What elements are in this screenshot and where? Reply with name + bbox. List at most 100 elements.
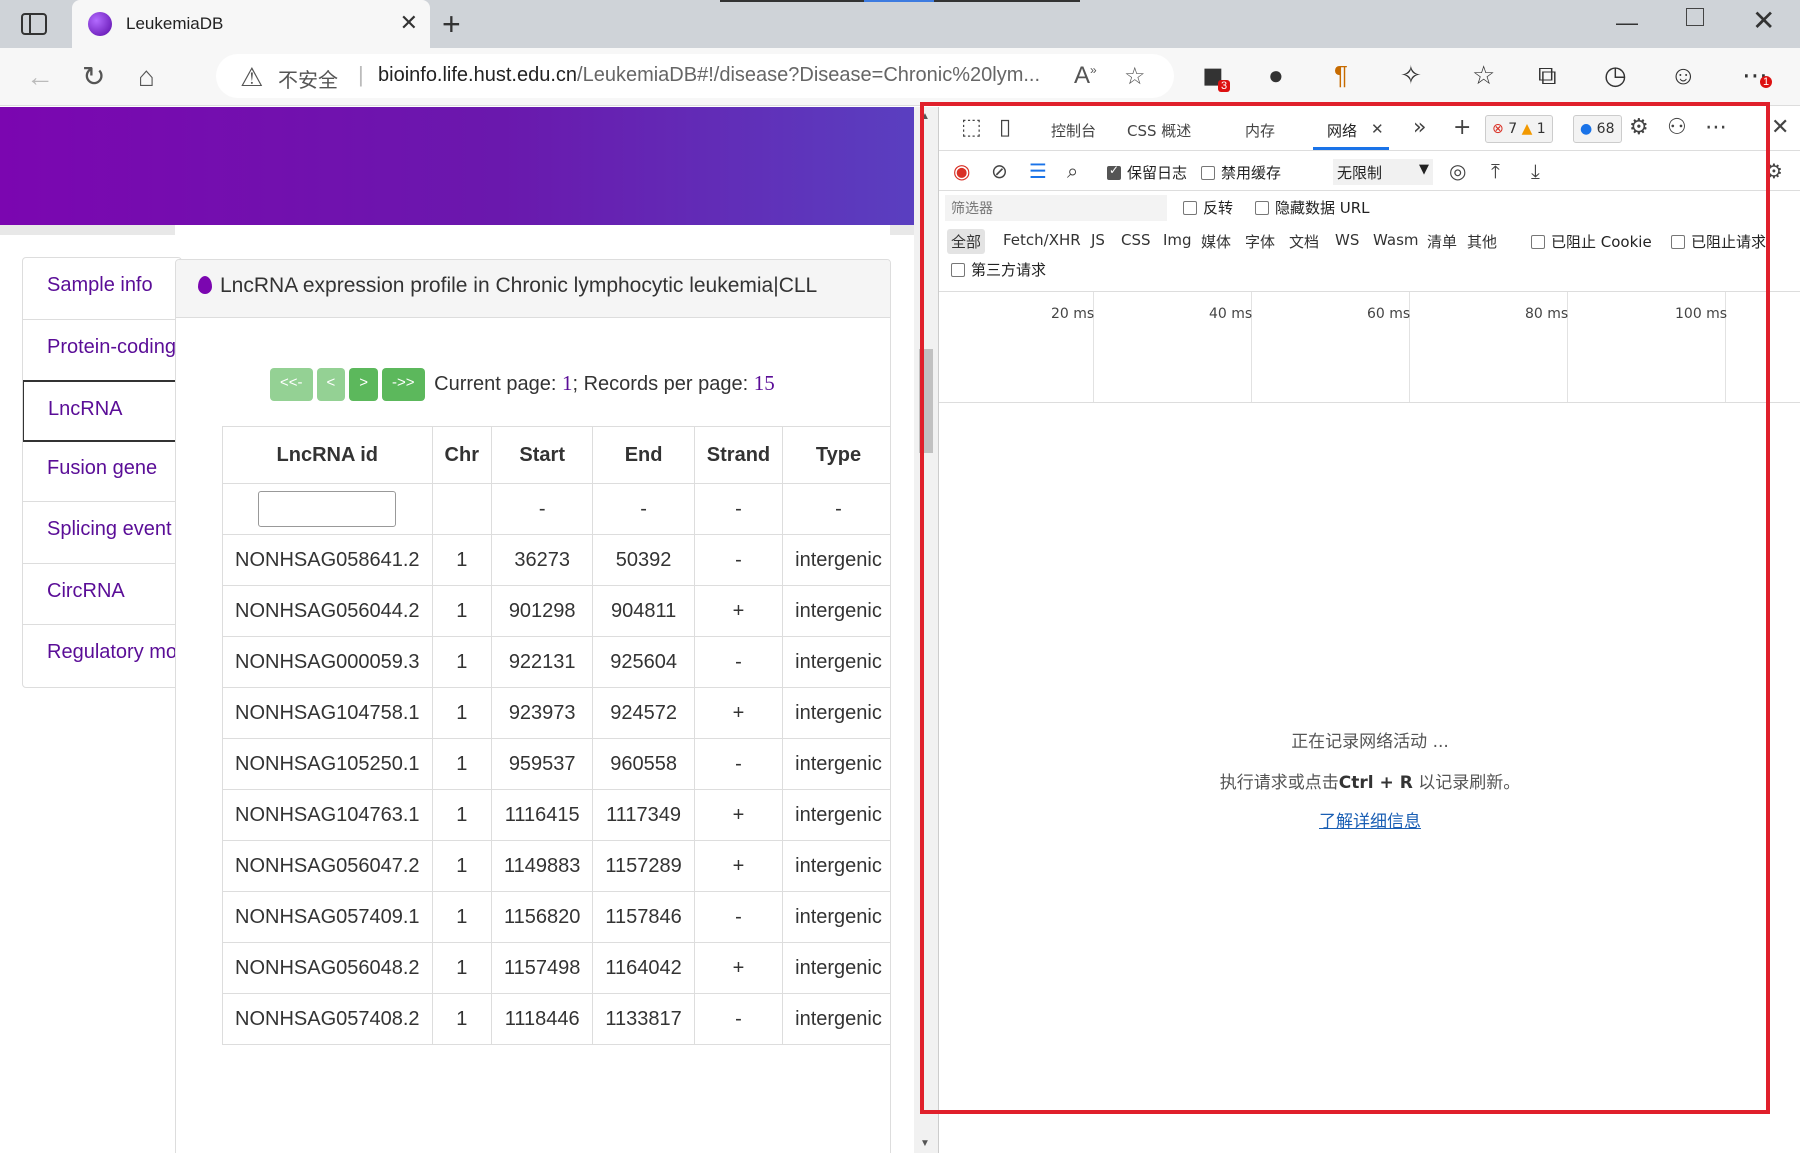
column-header[interactable]: End xyxy=(592,426,695,484)
table-cell: + xyxy=(693,840,784,892)
table-cell: 1133817 xyxy=(592,993,695,1045)
history-icon[interactable]: ◷ xyxy=(1604,60,1627,91)
table-cell: + xyxy=(693,585,784,637)
table-row: NONHSAG105250.1 1 959537 960558- intergenic xyxy=(222,738,890,790)
table-cell: 1 xyxy=(431,738,493,790)
column-header[interactable]: Type xyxy=(782,426,890,484)
insecure-label[interactable]: 不安全 xyxy=(278,64,338,93)
table-body: NONHSAG058641.2 1 36273 50392- intergenic NON… xyxy=(222,534,890,1045)
table-cell: 924572 xyxy=(592,687,695,739)
sidebar-item-fusion-gene[interactable]: Fusion gene xyxy=(23,441,181,502)
tab-strip: LeukemiaDB ✕ + — ✕ xyxy=(0,0,1800,48)
column-header[interactable]: Start xyxy=(490,426,594,484)
table-cell: 1 xyxy=(431,636,493,688)
back-arrow-icon[interactable]: ← xyxy=(26,60,54,94)
table-cell: intergenic xyxy=(782,840,890,892)
sidebar-item-protein-coding[interactable]: Protein-coding xyxy=(23,320,181,381)
sidebar-item-sample-info[interactable]: Sample info xyxy=(23,258,181,320)
window-maximize-button[interactable] xyxy=(1686,8,1704,26)
table-cell: NONHSAG105250.1 xyxy=(222,738,433,790)
address-bar[interactable]: ⚠ 不安全 | bioinfo.life.hust.edu.cn/Leukemi… xyxy=(216,54,1174,98)
cookie-extension-icon[interactable]: ● xyxy=(1268,60,1284,91)
lncrna-panel: LncRNA expression profile in Chronic lym… xyxy=(175,259,891,1153)
filter-cell: - xyxy=(592,483,695,535)
window-close-button[interactable]: ✕ xyxy=(1752,4,1775,37)
sidebar-item-lncrna[interactable]: LncRNA xyxy=(23,380,181,442)
new-tab-button[interactable]: + xyxy=(442,6,461,43)
favorites-icon[interactable]: ☆ xyxy=(1472,60,1495,91)
table-cell: + xyxy=(693,789,784,841)
read-aloud-icon[interactable]: A» xyxy=(1074,62,1097,90)
table-row: NONHSAG056047.2 1 1149883 1157289 + intergeni… xyxy=(222,840,890,892)
table-cell: 1 xyxy=(431,789,493,841)
table-cell: 925604 xyxy=(592,636,695,688)
sidebar-item-regulatory[interactable]: Regulatory mo xyxy=(23,625,181,687)
table-cell: intergenic xyxy=(782,789,890,841)
current-page-label: Current page: xyxy=(434,372,557,395)
filter-cell: - xyxy=(782,483,890,535)
site-favicon-icon xyxy=(88,12,112,36)
table-cell: 901298 xyxy=(490,585,594,637)
column-header[interactable]: Strand xyxy=(693,426,784,484)
table-row: NONHSAG104758.1 1 923973 924572 + intergenic xyxy=(222,687,890,739)
drop-icon xyxy=(198,276,212,294)
first-page-button[interactable]: <<- xyxy=(270,368,313,401)
table-cell: NONHSAG057408.2 xyxy=(222,993,433,1045)
window-minimize-button[interactable]: — xyxy=(1616,10,1638,36)
table-cell: intergenic xyxy=(782,942,890,994)
table-cell: intergenic xyxy=(782,585,890,637)
table-cell: 904811 xyxy=(592,585,695,637)
loading-progress-bar xyxy=(720,0,1080,2)
records-per-page-number: 15 xyxy=(753,370,775,395)
next-page-button[interactable]: > xyxy=(349,368,379,401)
table-cell: 1 xyxy=(431,840,493,892)
table-cell: intergenic xyxy=(782,534,890,586)
table-cell: 1 xyxy=(431,534,493,586)
table-cell: intergenic xyxy=(782,738,890,790)
table-cell: 959537 xyxy=(490,738,594,790)
sidebar-toggle-icon[interactable] xyxy=(20,12,50,36)
column-header[interactable]: LncRNA id xyxy=(222,426,433,484)
home-icon[interactable]: ⌂ xyxy=(138,60,155,94)
table-cell: 1157289 xyxy=(592,840,695,892)
table-cell: 922131 xyxy=(490,636,594,688)
table-cell: NONHSAG057409.1 xyxy=(222,891,433,943)
table-cell: + xyxy=(693,687,784,739)
table-cell: 1 xyxy=(431,687,493,739)
table-cell: - xyxy=(693,738,784,790)
table-cell: 50392 xyxy=(592,534,695,586)
table-cell: NONHSAG000059.3 xyxy=(222,636,433,688)
category-sidebar: Sample info Protein-coding LncRNA Fusion… xyxy=(22,257,182,688)
table-cell: 923973 xyxy=(490,687,594,739)
table-cell: 1118446 xyxy=(490,993,594,1045)
table-row: NONHSAG058641.2 1 36273 50392- intergenic xyxy=(222,534,890,586)
sidebar-item-circrna[interactable]: CircRNA xyxy=(23,564,181,625)
url-text[interactable]: bioinfo.life.hust.edu.cn/LeukemiaDB#!/di… xyxy=(378,64,1078,87)
table-cell: intergenic xyxy=(782,636,890,688)
table-cell: intergenic xyxy=(782,687,890,739)
table-row: NONHSAG057409.1 1 1156820 1157846- intergeni… xyxy=(222,891,890,943)
devtools-close-icon[interactable]: ✕ xyxy=(1771,115,1789,140)
table-row: NONHSAG056044.2 1 901298 904811 + intergenic xyxy=(222,585,890,637)
profile-avatar[interactable]: ☺ xyxy=(1670,60,1697,91)
highlight-annotation-box xyxy=(920,102,1770,1114)
scroll-down-icon[interactable]: ▼ xyxy=(920,1138,930,1149)
panel-title: LncRNA expression profile in Chronic lym… xyxy=(220,274,818,297)
last-page-button[interactable]: ->> xyxy=(382,368,425,401)
banner-divider xyxy=(0,225,914,235)
prev-page-button[interactable]: < xyxy=(316,368,346,401)
table-cell: 1157498 xyxy=(490,942,594,994)
browser-tab-active[interactable]: LeukemiaDB ✕ xyxy=(72,0,430,48)
lncrna-id-filter-input[interactable] xyxy=(258,491,397,527)
panel-header: LncRNA expression profile in Chronic lym… xyxy=(176,260,890,318)
records-per-page-label: ; Records per page: xyxy=(572,372,749,395)
tab-close-icon[interactable]: ✕ xyxy=(400,10,418,36)
table-row: NONHSAG104763.1 1 1116415 1117349 + intergeni… xyxy=(222,789,890,841)
column-header[interactable]: Chr xyxy=(431,426,493,484)
star-plus-icon[interactable]: ☆ xyxy=(1124,62,1146,91)
paragraph-extension-icon[interactable]: ¶ xyxy=(1334,60,1348,91)
collections-icon[interactable]: ⧉ xyxy=(1538,60,1557,92)
extensions-puzzle-icon[interactable]: ✧ xyxy=(1400,60,1422,91)
refresh-icon[interactable]: ↻ xyxy=(82,60,105,94)
sidebar-item-splicing-event[interactable]: Splicing event xyxy=(23,502,181,564)
